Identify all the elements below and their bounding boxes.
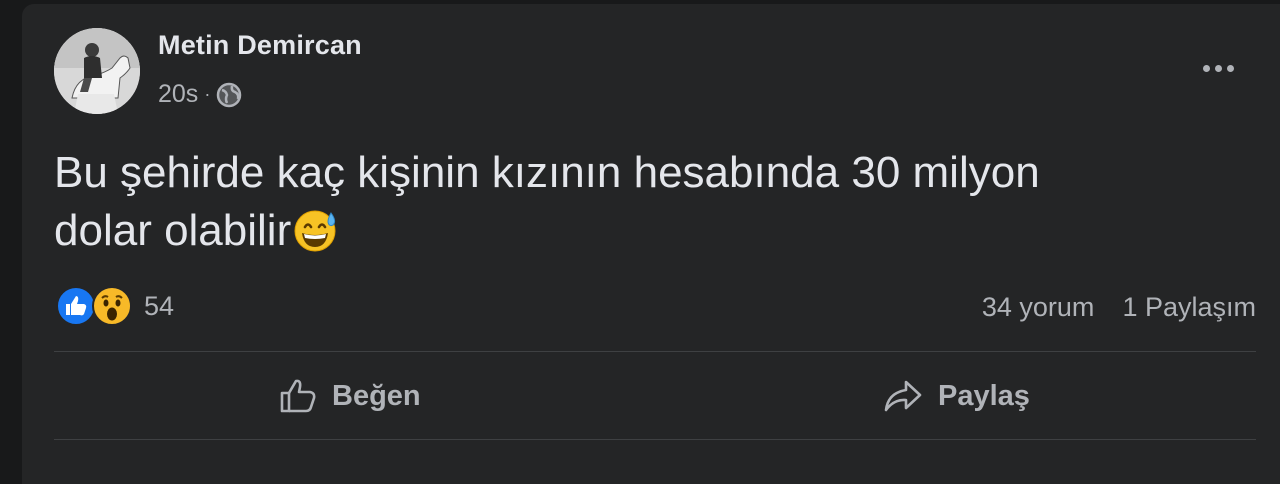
grinning-sweat-emoji-icon (293, 207, 339, 253)
wow-reaction-icon (92, 286, 132, 326)
post-text-line: Bu şehirde kaç kişinin kızının hesabında… (54, 148, 1040, 197)
post-card: Metin Demircan 20s · Bu şehirde kaç kişi… (22, 4, 1280, 484)
author-name[interactable]: Metin Demircan (158, 30, 362, 61)
share-count[interactable]: 1 Paylaşım (1122, 292, 1256, 323)
divider (54, 439, 1256, 440)
like-button[interactable]: Beğen (278, 376, 421, 416)
like-icon (280, 379, 316, 413)
reactions-summary[interactable]: 54 (56, 286, 174, 326)
more-dot (1226, 64, 1234, 72)
share-icon (884, 380, 922, 412)
like-reaction-icon (56, 286, 96, 326)
share-button-label: Paylaş (938, 379, 1030, 412)
post-meta: 20s · (158, 80, 242, 109)
post-text: Bu şehirde kaç kişinin kızının hesabında… (54, 144, 1254, 260)
avatar[interactable] (54, 28, 140, 114)
more-options-icon[interactable] (1196, 50, 1240, 86)
share-button[interactable]: Paylaş (882, 376, 1030, 416)
more-dot (1214, 64, 1222, 72)
post-time[interactable]: 20s (158, 80, 198, 109)
globe-icon[interactable] (216, 82, 242, 108)
post-stats: 34 yorum 1 Paylaşım (982, 292, 1256, 323)
comment-count[interactable]: 34 yorum (982, 292, 1095, 323)
post-text-line: dolar olabilir (54, 202, 1254, 260)
post-text-content: dolar olabilir (54, 206, 292, 255)
like-button-label: Beğen (332, 379, 421, 412)
meta-separator: · (204, 84, 211, 104)
more-dot (1202, 64, 1210, 72)
divider (54, 351, 1256, 352)
reaction-count: 54 (144, 290, 175, 321)
